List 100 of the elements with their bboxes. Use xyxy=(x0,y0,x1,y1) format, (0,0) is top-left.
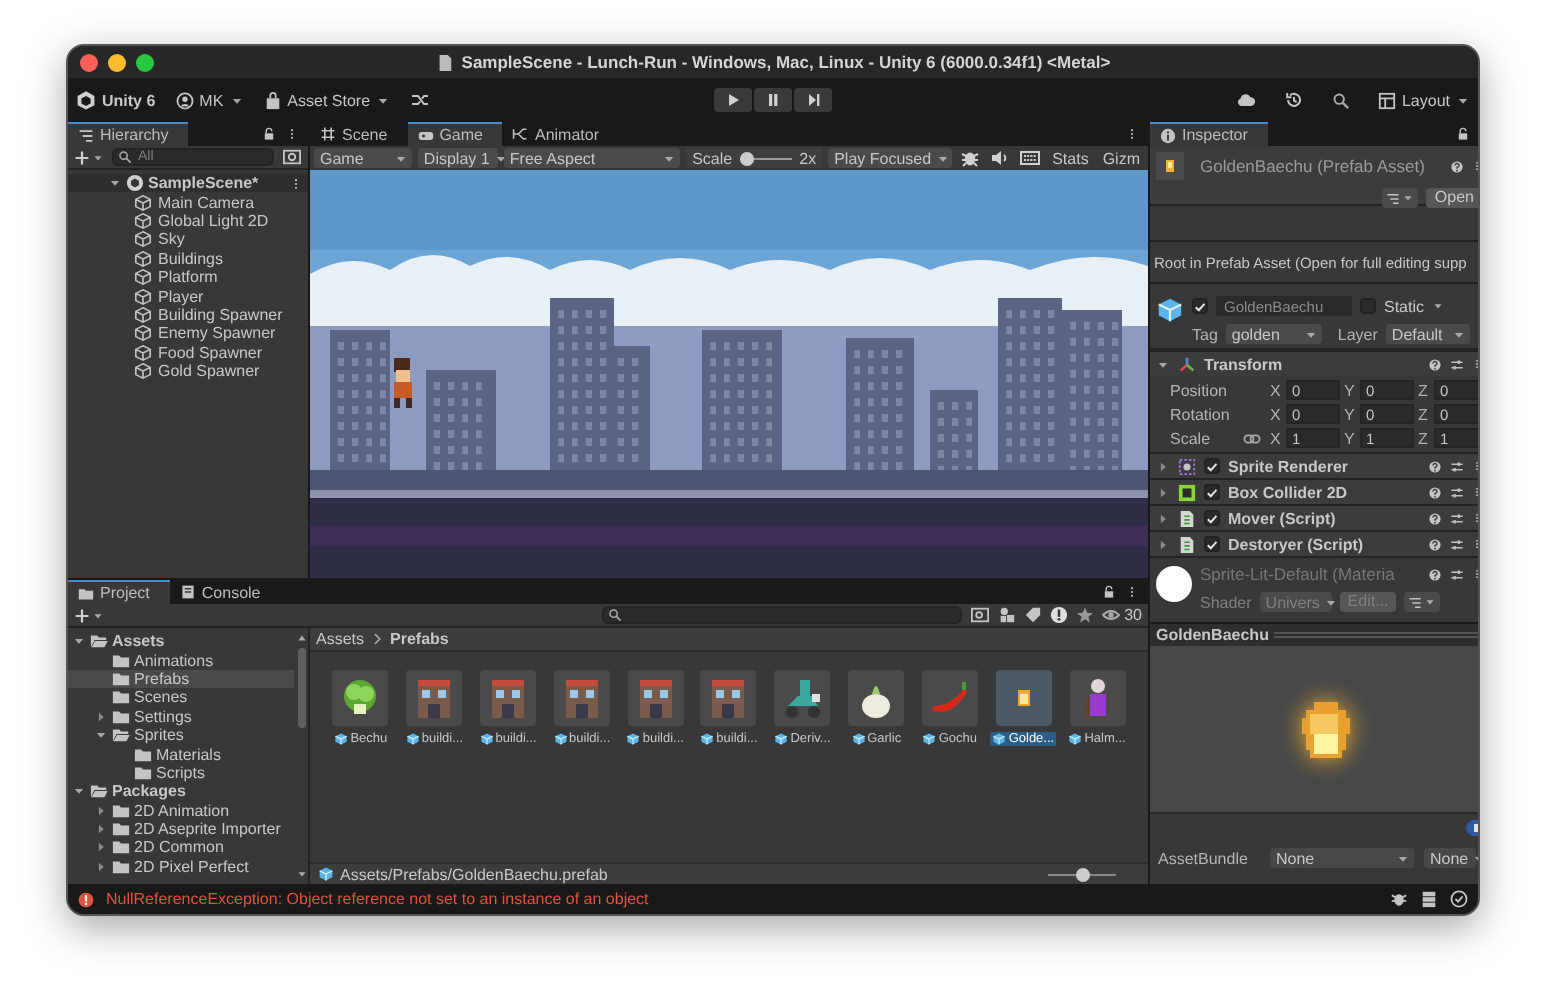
lock-icon[interactable] xyxy=(1456,126,1470,142)
hierarchy-item[interactable]: Gold Spawner xyxy=(68,361,308,381)
panel-tab[interactable]: Console xyxy=(169,580,281,604)
building-thumbnail[interactable] xyxy=(700,670,757,726)
breadcrumb-link[interactable]: Assets xyxy=(316,630,365,648)
caret-right-icon[interactable] xyxy=(94,840,108,855)
search-icon[interactable] xyxy=(1331,91,1350,109)
play-mode-dropdown[interactable]: Play Focused xyxy=(828,148,953,168)
presets-icon[interactable] xyxy=(1450,357,1464,371)
folder-item[interactable]: 2D Pixel Perfect xyxy=(68,857,294,877)
building-thumbnail[interactable] xyxy=(480,670,537,726)
layout-button[interactable]: Layout xyxy=(1377,91,1470,109)
tag-dropdown[interactable]: golden xyxy=(1225,324,1322,344)
scene-item[interactable]: SampleScene* xyxy=(68,174,308,193)
hierarchy-item[interactable]: Main Camera xyxy=(68,192,308,212)
enabled-checkbox[interactable] xyxy=(1204,536,1220,552)
step-icon[interactable] xyxy=(794,88,832,112)
account-button[interactable]: Unity 6 xyxy=(76,90,156,110)
prefab-overrides-dropdown[interactable] xyxy=(1382,188,1419,208)
cloud-icon[interactable] xyxy=(1235,90,1256,110)
cabbage-thumbnail[interactable] xyxy=(332,670,389,726)
caret-right-icon[interactable] xyxy=(1156,511,1170,525)
pause-icon[interactable] xyxy=(754,88,792,112)
help-icon[interactable] xyxy=(1428,511,1442,525)
component-header[interactable]: Transform xyxy=(1150,350,1478,376)
bug-icon[interactable] xyxy=(1390,890,1408,908)
caret-down-icon[interactable] xyxy=(72,784,86,799)
caret-right-icon[interactable] xyxy=(1156,459,1170,473)
gizmos-button[interactable]: Gizm xyxy=(1098,149,1144,167)
hierarchy-item[interactable]: Global Light 2D xyxy=(68,211,308,231)
lock-icon[interactable] xyxy=(262,126,276,142)
caret-down-icon[interactable] xyxy=(1432,300,1445,312)
history-icon[interactable] xyxy=(1283,90,1304,110)
keyboard-icon[interactable] xyxy=(1020,148,1041,168)
lock-icon[interactable] xyxy=(1102,584,1116,600)
stats-button[interactable]: Stats xyxy=(1048,149,1093,167)
hierarchy-item[interactable]: Food Spawner xyxy=(68,343,308,362)
presets-icon[interactable] xyxy=(1450,459,1464,473)
presets-dropdown[interactable] xyxy=(1404,592,1441,612)
add-button[interactable] xyxy=(74,149,104,165)
grandma-thumbnail[interactable] xyxy=(1069,670,1126,726)
caret-down-icon[interactable] xyxy=(1156,357,1170,371)
stack-icon[interactable] xyxy=(1420,890,1438,908)
caret-right-icon[interactable] xyxy=(94,822,108,837)
folder-item[interactable]: Prefabs xyxy=(68,669,294,689)
star-icon[interactable] xyxy=(1076,606,1095,624)
presets-icon[interactable] xyxy=(1450,537,1464,551)
folder-item[interactable]: Scenes xyxy=(68,688,294,708)
folder-item[interactable]: 2D Common xyxy=(68,838,294,858)
caret-right-icon[interactable] xyxy=(1156,537,1170,551)
user-menu-button[interactable]: MK xyxy=(175,91,244,109)
error-icon[interactable] xyxy=(78,891,94,907)
search-field[interactable] xyxy=(602,606,963,624)
help-icon[interactable] xyxy=(1428,357,1442,371)
hierarchy-item[interactable]: Building Spawner xyxy=(68,305,308,325)
help-icon[interactable] xyxy=(1428,537,1442,551)
caret-down-icon[interactable] xyxy=(94,728,108,743)
enabled-checkbox[interactable] xyxy=(1204,484,1220,500)
building-thumbnail[interactable] xyxy=(553,670,610,726)
enabled-checkbox[interactable] xyxy=(1204,510,1220,526)
shapes-icon[interactable] xyxy=(998,606,1017,624)
asset-bundle-dropdown[interactable]: None xyxy=(1270,848,1414,868)
rider-thumbnail[interactable] xyxy=(774,670,831,726)
garlic-thumbnail[interactable] xyxy=(848,670,905,726)
folder-item[interactable]: Settings xyxy=(68,707,294,726)
caret-right-icon[interactable] xyxy=(94,709,108,724)
layer-dropdown[interactable]: Default xyxy=(1385,324,1470,344)
folder-item[interactable]: Assets xyxy=(68,632,294,651)
help-icon[interactable] xyxy=(1428,459,1442,473)
component-header[interactable]: Box Collider 2D xyxy=(1150,478,1478,504)
aspect-dropdown[interactable]: Free Aspect xyxy=(503,148,681,168)
caret-down-icon[interactable] xyxy=(72,634,86,649)
folder-item[interactable]: Sprites xyxy=(68,725,294,745)
variant-dropdown[interactable]: None xyxy=(1424,848,1476,868)
display-dropdown[interactable]: Display 1 xyxy=(417,148,498,168)
folder-item[interactable]: Scripts xyxy=(68,763,294,783)
folder-item[interactable]: 2D Animation xyxy=(68,801,294,820)
open-button[interactable]: Open xyxy=(1426,188,1478,208)
check-circle-icon[interactable] xyxy=(1450,890,1468,908)
bug-icon[interactable] xyxy=(960,148,981,168)
hidden-packages-toggle[interactable]: 30 xyxy=(1102,606,1142,624)
slider-thumb[interactable] xyxy=(1076,867,1090,881)
asset-store-button[interactable]: Asset Store xyxy=(263,91,391,109)
folder-item[interactable]: Materials xyxy=(68,744,294,764)
warning-filter-icon[interactable] xyxy=(1050,606,1069,624)
caret-right-icon[interactable] xyxy=(94,803,108,818)
panel-tab[interactable]: Game xyxy=(407,122,503,146)
hierarchy-item[interactable]: Platform xyxy=(68,267,308,287)
add-button[interactable] xyxy=(74,607,104,623)
breadcrumb-link[interactable]: Prefabs xyxy=(390,630,449,648)
presets-icon[interactable] xyxy=(1450,567,1464,581)
link-icon[interactable] xyxy=(1242,429,1262,447)
search-by-type-icon[interactable] xyxy=(970,606,991,624)
scene-picker-icon[interactable] xyxy=(282,148,302,166)
component-header[interactable]: Destoryer (Script) xyxy=(1150,530,1478,556)
folder-item[interactable]: Packages xyxy=(68,782,294,802)
help-icon[interactable] xyxy=(1428,485,1442,499)
panel-tab[interactable]: Scene xyxy=(310,122,408,146)
speaker-icon[interactable] xyxy=(990,148,1011,168)
hierarchy-item[interactable]: Buildings xyxy=(68,249,308,268)
